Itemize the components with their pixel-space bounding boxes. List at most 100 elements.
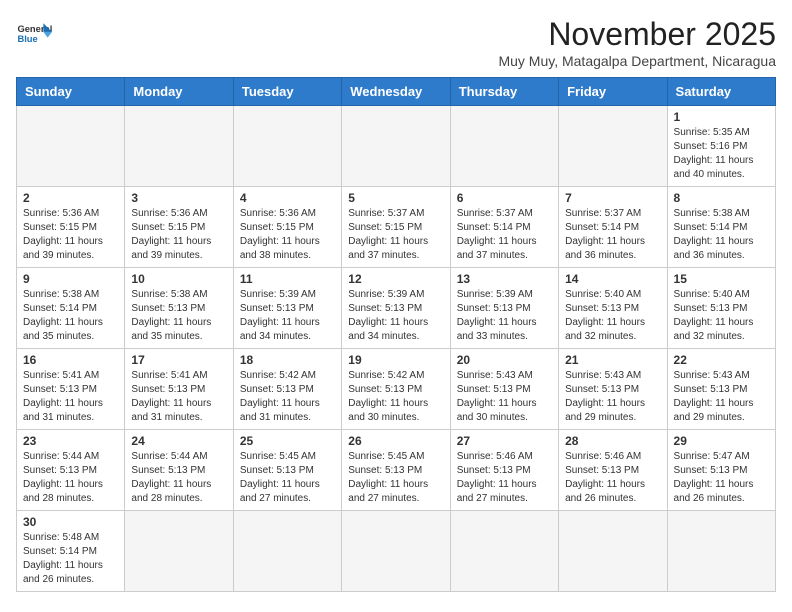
day-info: Sunrise: 5:40 AMSunset: 5:13 PMDaylight:… — [565, 288, 660, 344]
title-section: November 2025 Muy Muy, Matagalpa Departm… — [498, 16, 776, 69]
calendar-header-row: SundayMondayTuesdayWednesdayThursdayFrid… — [17, 78, 776, 106]
calendar-day-cell: 5Sunrise: 5:37 AMSunset: 5:15 PMDaylight… — [342, 187, 450, 268]
calendar-day-cell — [17, 106, 125, 187]
calendar-table: SundayMondayTuesdayWednesdayThursdayFrid… — [16, 77, 776, 592]
day-number: 23 — [23, 434, 118, 448]
calendar-day-cell: 4 Sunrise: 5:36 AMSunset: 5:15 PMDaylight… — [233, 187, 341, 268]
calendar-day-cell: 2 Sunrise: 5:36 AMSunset: 5:15 PMDaylight… — [17, 187, 125, 268]
calendar-day-cell: 13 Sunrise: 5:39 AMSunset: 5:13 PMDayligh… — [450, 268, 558, 349]
calendar-day-cell: 11Sunrise: 5:39 AMSunset: 5:13 PMDayligh… — [233, 268, 341, 349]
calendar-day-cell: 17 Sunrise: 5:41 AMSunset: 5:13 PMDayligh… — [125, 349, 233, 430]
calendar-day-cell — [559, 511, 667, 592]
day-info: Sunrise: 5:41 AMSunset: 5:13 PMDaylight:… — [131, 369, 226, 425]
calendar-day-cell — [125, 106, 233, 187]
column-header-wednesday: Wednesday — [342, 78, 450, 106]
calendar-day-cell — [342, 511, 450, 592]
calendar-day-cell: 20 Sunrise: 5:43 AMSunset: 5:13 PMDayligh… — [450, 349, 558, 430]
day-number: 12 — [348, 272, 443, 286]
day-number: 9 — [23, 272, 118, 286]
svg-text:Blue: Blue — [17, 34, 37, 44]
day-info: Sunrise: 5:45 AMSunset: 5:13 PMDaylight:… — [240, 450, 335, 506]
calendar-day-cell — [233, 106, 341, 187]
calendar-day-cell: 18Sunrise: 5:42 AMSunset: 5:13 PMDayligh… — [233, 349, 341, 430]
day-info: Sunrise: 5:40 AMSunset: 5:13 PMDaylight:… — [674, 288, 769, 344]
column-header-monday: Monday — [125, 78, 233, 106]
calendar-day-cell: 6 Sunrise: 5:37 AMSunset: 5:14 PMDaylight… — [450, 187, 558, 268]
day-info: Sunrise: 5:42 AMSunset: 5:13 PMDaylight:… — [240, 369, 335, 425]
day-info: Sunrise: 5:43 AMSunset: 5:13 PMDaylight:… — [565, 369, 660, 425]
day-info: Sunrise: 5:36 AMSunset: 5:15 PMDaylight:… — [240, 207, 335, 263]
day-info: Sunrise: 5:43 AMSunset: 5:13 PMDaylight:… — [674, 369, 769, 425]
day-info: Sunrise: 5:36 AMSunset: 5:15 PMDaylight:… — [131, 207, 226, 263]
calendar-day-cell — [450, 106, 558, 187]
calendar-day-cell — [233, 511, 341, 592]
day-number: 1 — [674, 110, 769, 124]
calendar-week-row: 9 Sunrise: 5:38 AMSunset: 5:14 PMDaylight… — [17, 268, 776, 349]
day-number: 26 — [348, 434, 443, 448]
day-number: 6 — [457, 191, 552, 205]
day-info: Sunrise: 5:44 AMSunset: 5:13 PMDaylight:… — [23, 450, 118, 506]
day-info: Sunrise: 5:42 AMSunset: 5:13 PMDaylight:… — [348, 369, 443, 425]
logo: General Blue — [16, 16, 52, 52]
day-number: 5 — [348, 191, 443, 205]
calendar-day-cell — [559, 106, 667, 187]
day-number: 29 — [674, 434, 769, 448]
calendar-week-row: 30 Sunrise: 5:48 AMSunset: 5:14 PMDayligh… — [17, 511, 776, 592]
calendar-day-cell: 21 Sunrise: 5:43 AMSunset: 5:13 PMDayligh… — [559, 349, 667, 430]
day-info: Sunrise: 5:39 AMSunset: 5:13 PMDaylight:… — [348, 288, 443, 344]
day-number: 7 — [565, 191, 660, 205]
calendar-day-cell: 27 Sunrise: 5:46 AMSunset: 5:13 PMDayligh… — [450, 430, 558, 511]
calendar-day-cell: 25 Sunrise: 5:45 AMSunset: 5:13 PMDayligh… — [233, 430, 341, 511]
page-header: General Blue November 2025 Muy Muy, Mata… — [16, 16, 776, 69]
day-info: Sunrise: 5:38 AMSunset: 5:14 PMDaylight:… — [674, 207, 769, 263]
column-header-friday: Friday — [559, 78, 667, 106]
column-header-saturday: Saturday — [667, 78, 775, 106]
day-number: 25 — [240, 434, 335, 448]
calendar-day-cell: 24 Sunrise: 5:44 AMSunset: 5:13 PMDayligh… — [125, 430, 233, 511]
day-number: 10 — [131, 272, 226, 286]
calendar-week-row: 16Sunrise: 5:41 AMSunset: 5:13 PMDayligh… — [17, 349, 776, 430]
day-info: Sunrise: 5:45 AMSunset: 5:13 PMDaylight:… — [348, 450, 443, 506]
day-number: 17 — [131, 353, 226, 367]
calendar-day-cell: 23 Sunrise: 5:44 AMSunset: 5:13 PMDayligh… — [17, 430, 125, 511]
calendar-day-cell: 1Sunrise: 5:35 AMSunset: 5:16 PMDaylight… — [667, 106, 775, 187]
day-number: 2 — [23, 191, 118, 205]
day-info: Sunrise: 5:41 AMSunset: 5:13 PMDaylight:… — [23, 369, 118, 425]
day-info: Sunrise: 5:46 AMSunset: 5:13 PMDaylight:… — [565, 450, 660, 506]
calendar-day-cell: 12 Sunrise: 5:39 AMSunset: 5:13 PMDayligh… — [342, 268, 450, 349]
day-info: Sunrise: 5:43 AMSunset: 5:13 PMDaylight:… — [457, 369, 552, 425]
day-number: 21 — [565, 353, 660, 367]
day-info: Sunrise: 5:46 AMSunset: 5:13 PMDaylight:… — [457, 450, 552, 506]
calendar-week-row: 23 Sunrise: 5:44 AMSunset: 5:13 PMDayligh… — [17, 430, 776, 511]
calendar-day-cell — [125, 511, 233, 592]
day-number: 15 — [674, 272, 769, 286]
calendar-day-cell: 8 Sunrise: 5:38 AMSunset: 5:14 PMDaylight… — [667, 187, 775, 268]
calendar-day-cell: 10 Sunrise: 5:38 AMSunset: 5:13 PMDayligh… — [125, 268, 233, 349]
day-info: Sunrise: 5:38 AMSunset: 5:13 PMDaylight:… — [131, 288, 226, 344]
calendar-day-cell: 3 Sunrise: 5:36 AMSunset: 5:15 PMDaylight… — [125, 187, 233, 268]
day-info: Sunrise: 5:37 AMSunset: 5:14 PMDaylight:… — [457, 207, 552, 263]
day-info: Sunrise: 5:36 AMSunset: 5:15 PMDaylight:… — [23, 207, 118, 263]
day-info: Sunrise: 5:48 AMSunset: 5:14 PMDaylight:… — [23, 531, 118, 587]
day-info: Sunrise: 5:39 AMSunset: 5:13 PMDaylight:… — [457, 288, 552, 344]
calendar-day-cell: 28Sunrise: 5:46 AMSunset: 5:13 PMDayligh… — [559, 430, 667, 511]
day-number: 8 — [674, 191, 769, 205]
day-number: 24 — [131, 434, 226, 448]
day-info: Sunrise: 5:47 AMSunset: 5:13 PMDaylight:… — [674, 450, 769, 506]
day-number: 27 — [457, 434, 552, 448]
day-info: Sunrise: 5:38 AMSunset: 5:14 PMDaylight:… — [23, 288, 118, 344]
calendar-day-cell — [450, 511, 558, 592]
day-number: 13 — [457, 272, 552, 286]
day-info: Sunrise: 5:44 AMSunset: 5:13 PMDaylight:… — [131, 450, 226, 506]
day-number: 30 — [23, 515, 118, 529]
column-header-thursday: Thursday — [450, 78, 558, 106]
day-number: 3 — [131, 191, 226, 205]
calendar-day-cell: 30 Sunrise: 5:48 AMSunset: 5:14 PMDayligh… — [17, 511, 125, 592]
column-header-sunday: Sunday — [17, 78, 125, 106]
day-number: 4 — [240, 191, 335, 205]
day-number: 20 — [457, 353, 552, 367]
calendar-day-cell: 22Sunrise: 5:43 AMSunset: 5:13 PMDayligh… — [667, 349, 775, 430]
calendar-day-cell: 9 Sunrise: 5:38 AMSunset: 5:14 PMDaylight… — [17, 268, 125, 349]
calendar-week-row: 1Sunrise: 5:35 AMSunset: 5:16 PMDaylight… — [17, 106, 776, 187]
calendar-day-cell: 29 Sunrise: 5:47 AMSunset: 5:13 PMDayligh… — [667, 430, 775, 511]
